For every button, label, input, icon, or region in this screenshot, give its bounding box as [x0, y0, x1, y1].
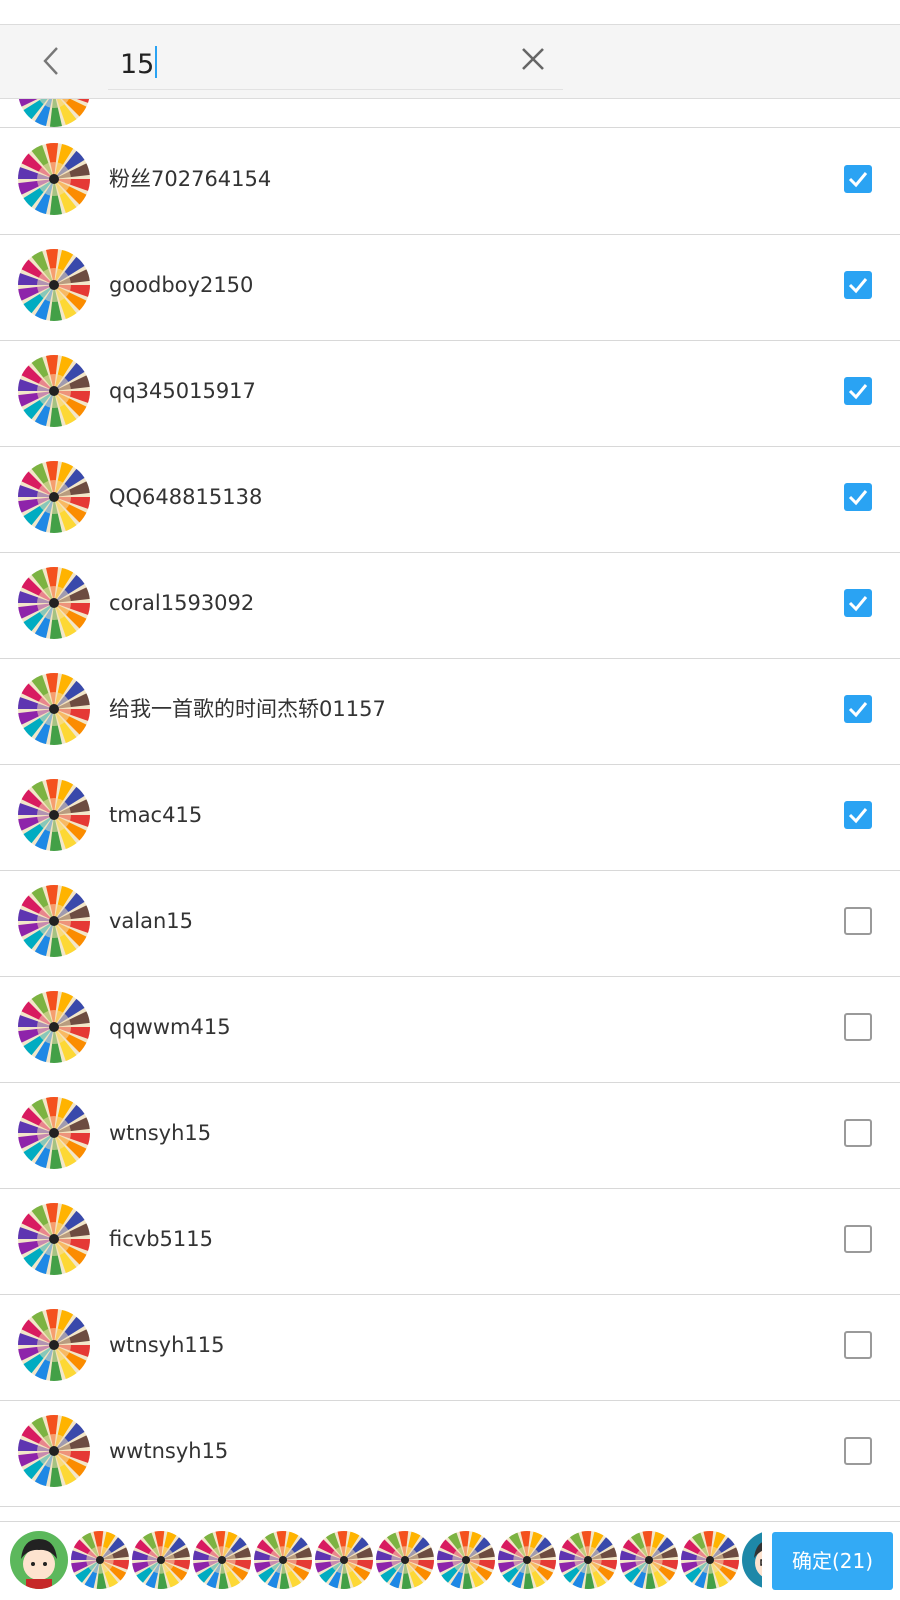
contact-avatar [18, 99, 90, 127]
confirm-button[interactable]: 确定(21) [772, 1532, 893, 1590]
status-bar [0, 0, 900, 24]
contact-avatar [18, 461, 90, 533]
contact-name: wwtnsyh15 [109, 1439, 229, 1463]
contact-name: coral1593092 [109, 591, 255, 615]
contact-name: ficvb5115 [109, 1227, 213, 1251]
selected-avatar[interactable] [681, 1531, 739, 1589]
contact-name: 粉丝702764154 [109, 167, 272, 191]
selected-avatar[interactable] [132, 1531, 190, 1589]
selected-avatar[interactable] [620, 1531, 678, 1589]
checkbox-checked-icon[interactable] [844, 377, 872, 405]
contact-avatar [18, 355, 90, 427]
search-input[interactable]: 15 [108, 35, 563, 90]
text-cursor [155, 46, 158, 78]
list-item[interactable]: QQ648815138 [0, 445, 900, 553]
contact-avatar [18, 673, 90, 745]
contact-avatar [18, 779, 90, 851]
list-item[interactable]: qq345015917 [0, 339, 900, 447]
contact-name: wtnsyh15 [109, 1121, 212, 1145]
contact-avatar [18, 885, 90, 957]
list-item[interactable]: coral1593092 [0, 551, 900, 659]
selected-avatar[interactable] [71, 1531, 129, 1589]
selected-avatar[interactable] [10, 1531, 68, 1589]
contact-list[interactable]: 粉丝702764154 goodboy2150 qq345015917 QQ64881… [0, 99, 900, 1521]
checkbox-unchecked-icon[interactable] [844, 1119, 872, 1147]
checkbox-checked-icon[interactable] [844, 165, 872, 193]
clear-search-button[interactable] [513, 39, 553, 79]
checkbox-checked-icon[interactable] [844, 589, 872, 617]
list-item[interactable]: wtnsyh15 [0, 1081, 900, 1189]
checkbox-unchecked-icon[interactable] [844, 1225, 872, 1253]
contact-avatar [18, 567, 90, 639]
list-item[interactable]: 粉丝702764154 [0, 127, 900, 235]
contact-name: QQ648815138 [109, 485, 263, 509]
chevron-left-icon [43, 47, 58, 75]
close-icon [522, 48, 544, 70]
partial-list-item [0, 99, 900, 128]
selection-bar: 确定(21) [0, 1521, 900, 1600]
contact-avatar [18, 991, 90, 1063]
checkbox-unchecked-icon[interactable] [844, 1437, 872, 1465]
list-item[interactable]: ficvb5115 [0, 1187, 900, 1295]
list-item[interactable]: goodboy2150 [0, 233, 900, 341]
checkbox-checked-icon[interactable] [844, 483, 872, 511]
list-item[interactable]: 给我一首歌的时间杰轿01157 [0, 657, 900, 765]
contact-avatar [18, 143, 90, 215]
contact-avatar [18, 1309, 90, 1381]
contact-name: valan15 [109, 909, 194, 933]
selected-avatar[interactable] [315, 1531, 373, 1589]
search-input-value: 15 [120, 46, 158, 80]
contact-name: tmac415 [109, 803, 203, 827]
contact-name: wtnsyh115 [109, 1333, 225, 1357]
checkbox-unchecked-icon[interactable] [844, 1331, 872, 1359]
checkbox-unchecked-icon[interactable] [844, 907, 872, 935]
list-item[interactable]: wtnsyh115 [0, 1293, 900, 1401]
contact-name: goodboy2150 [109, 273, 254, 297]
list-item[interactable]: tmac415 [0, 763, 900, 871]
list-item[interactable]: valan15 [0, 869, 900, 977]
checkbox-checked-icon[interactable] [844, 271, 872, 299]
checkbox-unchecked-icon[interactable] [844, 1013, 872, 1041]
contact-name: qqwwm415 [109, 1015, 231, 1039]
selected-avatar[interactable] [254, 1531, 312, 1589]
list-item[interactable]: qqwwm415 [0, 975, 900, 1083]
search-header: 15 [0, 24, 900, 99]
checkbox-checked-icon[interactable] [844, 695, 872, 723]
selected-avatar[interactable] [498, 1531, 556, 1589]
contact-name: qq345015917 [109, 379, 256, 403]
selected-avatar[interactable] [742, 1531, 762, 1589]
contact-avatar [18, 1097, 90, 1169]
selected-avatar[interactable] [559, 1531, 617, 1589]
selected-avatar[interactable] [437, 1531, 495, 1589]
selected-avatar[interactable] [193, 1531, 251, 1589]
back-button[interactable] [30, 39, 74, 83]
selected-avatar[interactable] [376, 1531, 434, 1589]
list-item[interactable]: wwtnsyh15 [0, 1399, 900, 1507]
contact-name: 给我一首歌的时间杰轿01157 [109, 697, 386, 721]
checkbox-checked-icon[interactable] [844, 801, 872, 829]
contact-avatar [18, 249, 90, 321]
selected-avatars-strip[interactable] [6, 1528, 762, 1596]
contact-avatar [18, 1203, 90, 1275]
contact-avatar [18, 1415, 90, 1487]
